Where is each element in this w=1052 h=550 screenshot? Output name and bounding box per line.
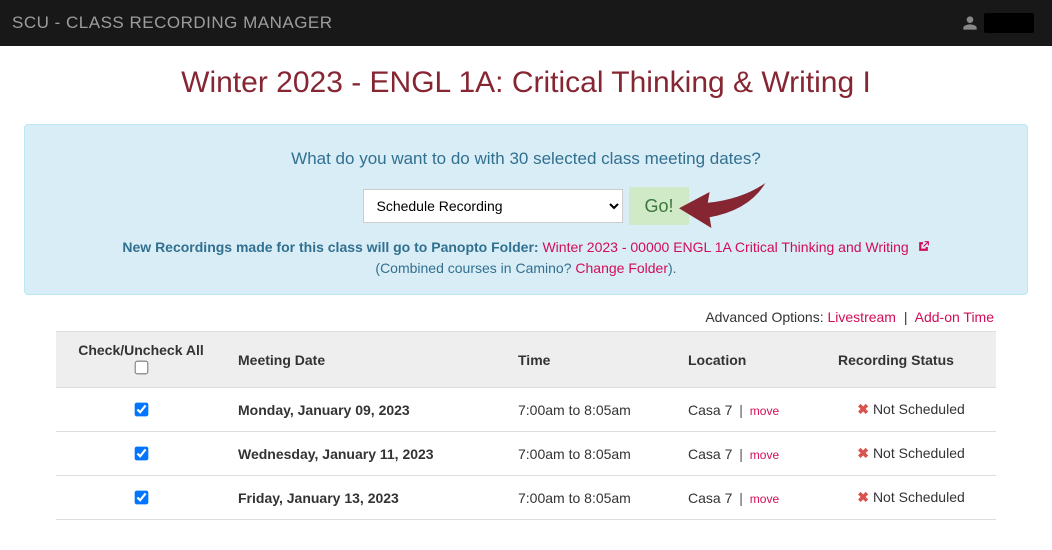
meeting-date: Wednesday, January 11, 2023 <box>238 446 434 462</box>
col-header-check: Check/Uncheck All <box>56 332 226 388</box>
action-select[interactable]: Schedule Recording <box>363 189 623 223</box>
panel-question: What do you want to do with 30 selected … <box>45 149 1007 169</box>
navbar: SCU - CLASS RECORDING MANAGER <box>0 0 1052 46</box>
user-menu[interactable] <box>962 13 1034 33</box>
change-folder-link[interactable]: Change Folder <box>575 260 668 276</box>
x-icon: ✖ <box>857 489 869 505</box>
panopto-folder-link-text: Winter 2023 - 00000 ENGL 1A Critical Thi… <box>542 239 908 255</box>
table-header-row: Check/Uncheck All Meeting Date Time Loca… <box>56 332 996 388</box>
row-checkbox[interactable] <box>135 447 149 461</box>
schedule-table: Check/Uncheck All Meeting Date Time Loca… <box>56 331 996 520</box>
meeting-location: Casa 7 <box>688 446 732 462</box>
recording-status: Not Scheduled <box>873 445 965 461</box>
addon-time-link[interactable]: Add-on Time <box>915 309 994 325</box>
page-title: Winter 2023 - ENGL 1A: Critical Thinking… <box>24 66 1028 100</box>
go-button[interactable]: Go! <box>629 187 688 225</box>
meeting-time: 7:00am to 8:05am <box>518 402 631 418</box>
meeting-time: 7:00am to 8:05am <box>518 490 631 506</box>
location-separator: | <box>735 490 746 506</box>
meeting-location: Casa 7 <box>688 402 732 418</box>
row-checkbox[interactable] <box>135 403 149 417</box>
move-link[interactable]: move <box>750 492 779 506</box>
col-header-date: Meeting Date <box>226 332 506 388</box>
combined-line: (Combined courses in Camino? Change Fold… <box>45 260 1007 276</box>
location-separator: | <box>735 446 746 462</box>
x-icon: ✖ <box>857 445 869 461</box>
user-icon <box>962 15 978 31</box>
table-row: Monday, January 09, 2023 7:00am to 8:05am… <box>56 388 996 432</box>
table-row: Wednesday, January 11, 2023 7:00am to 8:0… <box>56 432 996 476</box>
row-checkbox[interactable] <box>135 491 149 505</box>
meeting-location: Casa 7 <box>688 490 732 506</box>
col-header-check-label: Check/Uncheck All <box>68 342 214 358</box>
advanced-separator: | <box>904 309 908 325</box>
move-link[interactable]: move <box>750 404 779 418</box>
col-header-time: Time <box>506 332 676 388</box>
folder-line: New Recordings made for this class will … <box>45 239 1007 256</box>
action-panel: What do you want to do with 30 selected … <box>24 124 1028 295</box>
meeting-time: 7:00am to 8:05am <box>518 446 631 462</box>
user-name <box>984 13 1034 33</box>
location-separator: | <box>735 402 746 418</box>
recording-status: Not Scheduled <box>873 401 965 417</box>
x-icon: ✖ <box>857 401 869 417</box>
livestream-link[interactable]: Livestream <box>828 309 896 325</box>
meeting-date: Monday, January 09, 2023 <box>238 402 410 418</box>
folder-prefix: New Recordings made for this class will … <box>122 239 542 255</box>
advanced-label: Advanced Options: <box>705 309 827 325</box>
col-header-location: Location <box>676 332 826 388</box>
advanced-options: Advanced Options: Livestream | Add-on Ti… <box>24 309 994 325</box>
col-header-status: Recording Status <box>826 332 996 388</box>
pointer-arrow-icon <box>679 183 769 243</box>
action-row: Schedule Recording Go! <box>363 187 688 225</box>
external-link-icon <box>917 240 930 256</box>
check-all-checkbox[interactable] <box>135 361 149 375</box>
meeting-date: Friday, January 13, 2023 <box>238 490 399 506</box>
panopto-folder-link[interactable]: Winter 2023 - 00000 ENGL 1A Critical Thi… <box>542 239 929 255</box>
recording-status: Not Scheduled <box>873 489 965 505</box>
move-link[interactable]: move <box>750 448 779 462</box>
table-row: Friday, January 13, 2023 7:00am to 8:05am… <box>56 476 996 520</box>
app-brand: SCU - CLASS RECORDING MANAGER <box>12 13 333 33</box>
combined-prefix: (Combined courses in Camino? <box>375 260 575 276</box>
combined-suffix: ). <box>668 260 677 276</box>
